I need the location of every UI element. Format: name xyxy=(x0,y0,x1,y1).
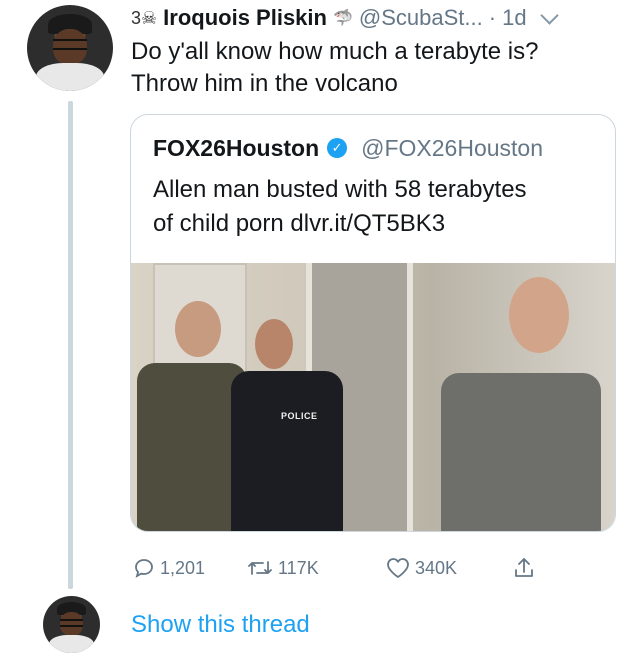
quote-author-name: FOX26Houston xyxy=(153,134,320,161)
tweet-text-line: Throw him in the volcano xyxy=(131,70,398,97)
shark-emoji-icon: 🦈 xyxy=(332,10,353,27)
quote-text-line: of child porn dlvr.it/QT5BK3 xyxy=(153,210,446,237)
photo-suspect xyxy=(441,373,601,531)
quote-text-line: Allen man busted with 58 terabytes xyxy=(153,176,527,203)
avatar-shirt xyxy=(35,63,105,91)
thread-line xyxy=(68,101,73,589)
share-button[interactable] xyxy=(513,556,535,580)
avatar-shirt xyxy=(48,634,95,653)
photo-police-text: POLICE xyxy=(281,411,318,421)
avatar-glasses xyxy=(52,39,88,51)
retweet-button[interactable]: 117K xyxy=(246,556,319,580)
reply-button[interactable]: 1,201 xyxy=(132,556,205,580)
tweet-text-line: Do y'all know how much a terabyte is? xyxy=(131,38,539,65)
heart-icon xyxy=(387,558,409,578)
reply-count: 1,201 xyxy=(160,557,206,578)
avatar-glasses xyxy=(60,618,83,628)
tweet-text: Do y'all know how much a terabyte is? Th… xyxy=(131,36,621,100)
verified-badge-icon: ✓ xyxy=(327,138,348,158)
name-emoji: 3☠ xyxy=(131,7,158,28)
photo-suspect-head xyxy=(509,277,569,353)
tweet-header: 3☠ Iroquois Pliskin 🦈 @ScubaSt... · 1d xyxy=(131,2,559,34)
tweet-timestamp[interactable]: · 1d xyxy=(489,5,527,31)
quote-text: Allen man busted with 58 terabytes of ch… xyxy=(153,173,593,241)
retweet-icon xyxy=(248,561,272,575)
quoted-tweet-card[interactable]: FOX26Houston ✓ @FOX26Houston Allen man b… xyxy=(130,114,616,532)
reply-icon xyxy=(135,559,153,578)
quote-author-handle: @FOX26Houston xyxy=(361,134,544,161)
chevron-down-icon[interactable] xyxy=(539,5,559,25)
author-handle[interactable]: @ScubaSt... xyxy=(359,5,483,31)
retweet-count: 117K xyxy=(278,557,319,578)
thread-avatar[interactable] xyxy=(43,596,100,653)
like-count: 340K xyxy=(415,557,458,578)
like-button[interactable]: 340K xyxy=(385,556,457,580)
share-icon xyxy=(515,558,533,577)
show-thread-link[interactable]: Show this thread xyxy=(131,611,310,639)
author-avatar[interactable] xyxy=(27,5,113,91)
photo-officer-middle xyxy=(231,371,343,531)
photo-officer-middle-head xyxy=(255,319,293,369)
quote-photo[interactable]: POLICE xyxy=(131,263,615,531)
tweet-actions: 1,201 117K 340K xyxy=(130,556,560,582)
photo-officer-left-head xyxy=(175,301,221,357)
quote-header: FOX26Houston ✓ @FOX26Houston xyxy=(153,133,543,163)
author-name[interactable]: Iroquois Pliskin xyxy=(163,5,327,31)
